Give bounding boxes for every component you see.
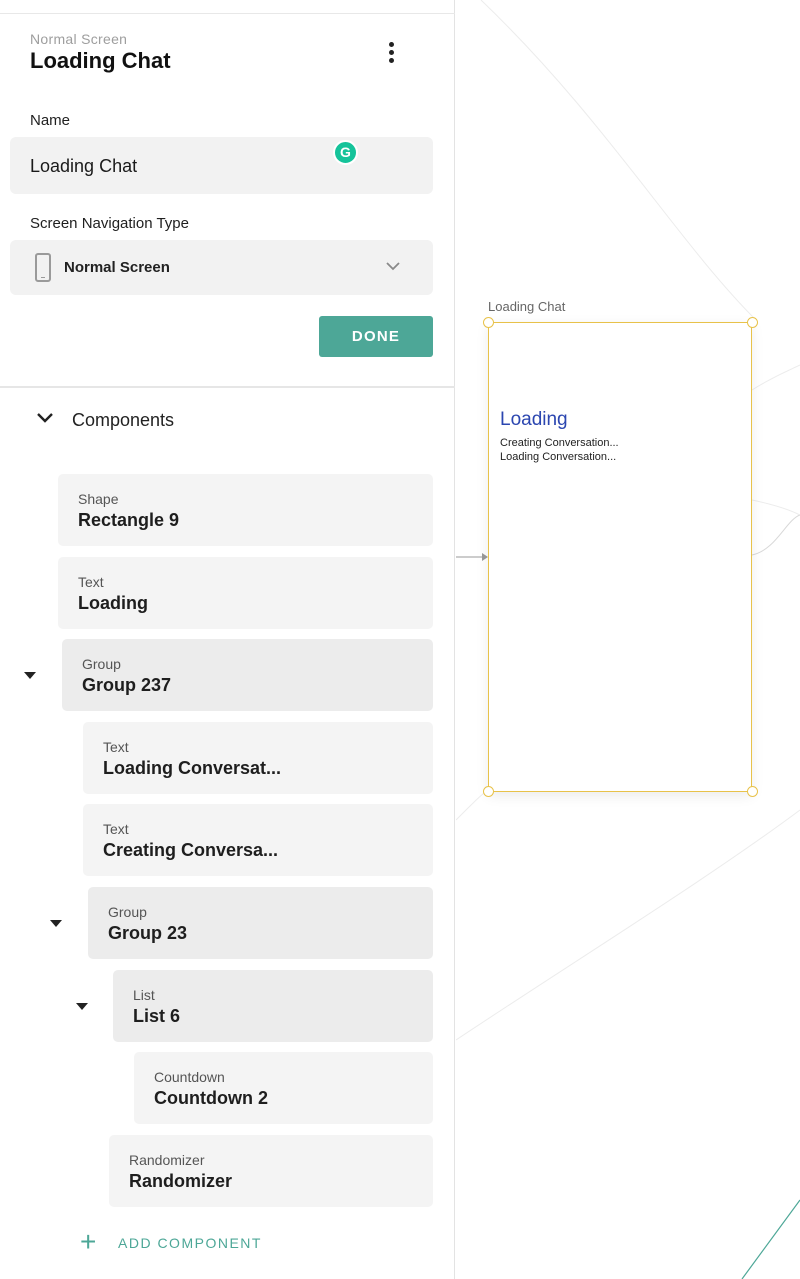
component-name: List 6 bbox=[133, 1006, 181, 1026]
divider bbox=[0, 386, 455, 388]
name-input-value: Loading Chat bbox=[30, 156, 138, 176]
nav-type-label: Screen Navigation Type bbox=[30, 215, 189, 232]
preview-loading-text: Loading Conversation... bbox=[500, 451, 617, 463]
chevron-down-icon bbox=[386, 262, 400, 271]
component-type: Randomizer bbox=[129, 1152, 205, 1168]
frame-label: Loading Chat bbox=[488, 299, 566, 314]
component-type: Group bbox=[82, 656, 121, 672]
component-item[interactable]: Randomizer Randomizer bbox=[109, 1135, 433, 1207]
component-type: List bbox=[133, 987, 155, 1003]
component-item[interactable]: Text Loading Conversat... bbox=[83, 722, 433, 794]
name-input[interactable]: Loading Chat bbox=[10, 137, 433, 194]
resize-handle-top-right[interactable] bbox=[746, 316, 758, 328]
component-item[interactable]: Countdown Countdown 2 bbox=[134, 1052, 433, 1124]
component-item[interactable]: Group Group 23 bbox=[88, 887, 433, 959]
incoming-arrow bbox=[456, 553, 488, 561]
kebab-menu-icon[interactable] bbox=[384, 40, 400, 66]
component-type: Countdown bbox=[154, 1069, 225, 1085]
component-name: Randomizer bbox=[129, 1171, 233, 1191]
done-button[interactable]: DONE bbox=[319, 316, 433, 357]
component-item[interactable]: Text Loading bbox=[58, 557, 433, 629]
component-type: Text bbox=[78, 574, 104, 590]
top-border bbox=[0, 13, 455, 14]
component-item[interactable]: List List 6 bbox=[113, 970, 433, 1042]
component-type: Group bbox=[108, 904, 147, 920]
resize-handle-bottom-right[interactable] bbox=[746, 785, 758, 797]
plus-icon: + bbox=[80, 1226, 97, 1257]
resize-handle-top-left[interactable] bbox=[482, 316, 494, 328]
caret-down-icon[interactable] bbox=[50, 920, 62, 927]
resize-handle-bottom-left[interactable] bbox=[482, 785, 494, 797]
design-canvas[interactable]: Loading Chat Loading Creating Conversati… bbox=[456, 0, 800, 1279]
component-name: Loading Conversat... bbox=[103, 758, 282, 778]
phone-icon bbox=[35, 253, 51, 282]
component-name: Rectangle 9 bbox=[78, 510, 180, 530]
preview-heading: Loading bbox=[500, 409, 568, 430]
component-name: Group 23 bbox=[108, 923, 188, 943]
component-name: Creating Conversa... bbox=[103, 840, 279, 860]
collapse-chevron-icon bbox=[37, 413, 53, 423]
name-label: Name bbox=[30, 112, 71, 129]
properties-panel: Normal Screen Loading Chat Name Loading … bbox=[0, 0, 455, 1279]
components-label: Components bbox=[72, 410, 175, 430]
component-type: Text bbox=[103, 821, 129, 837]
caret-down-icon[interactable] bbox=[24, 672, 36, 679]
component-type: Shape bbox=[78, 491, 119, 507]
nav-type-select[interactable]: Normal Screen bbox=[10, 240, 433, 295]
nav-type-value: Normal Screen bbox=[64, 259, 170, 276]
grammarly-icon[interactable]: G bbox=[333, 140, 358, 165]
preview-creating-text: Creating Conversation... bbox=[500, 437, 619, 449]
screen-title: Loading Chat bbox=[30, 48, 171, 73]
add-component-label: ADD COMPONENT bbox=[118, 1235, 262, 1251]
component-item[interactable]: Shape Rectangle 9 bbox=[58, 474, 433, 546]
component-item[interactable]: Group Group 237 bbox=[62, 639, 433, 711]
component-type: Text bbox=[103, 739, 129, 755]
screen-type-subtitle: Normal Screen bbox=[30, 31, 128, 47]
component-name: Group 237 bbox=[82, 675, 172, 695]
screen-preview-frame[interactable]: Loading Creating Conversation... Loading… bbox=[488, 322, 752, 792]
component-name: Countdown 2 bbox=[154, 1088, 268, 1108]
component-name: Loading bbox=[78, 593, 148, 613]
component-item[interactable]: Text Creating Conversa... bbox=[83, 804, 433, 876]
caret-down-icon[interactable] bbox=[76, 1003, 88, 1010]
